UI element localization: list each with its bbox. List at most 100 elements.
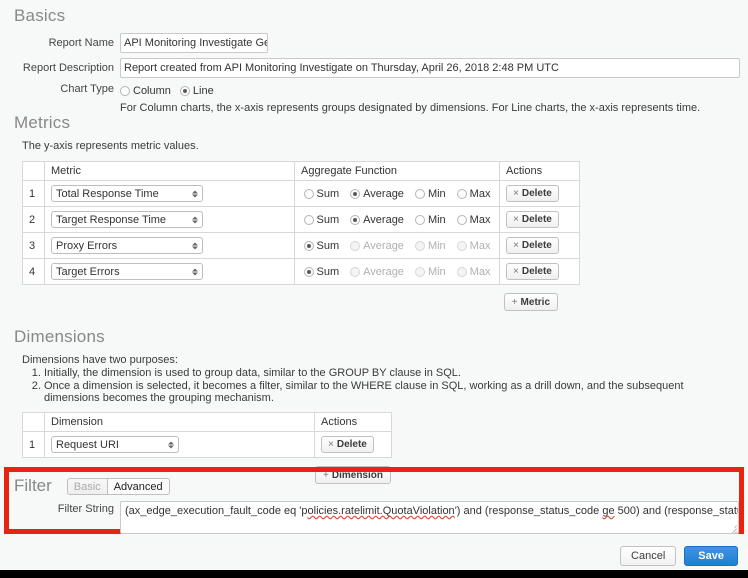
resize-handle-icon[interactable] — [728, 523, 737, 532]
aggregate-min-label: Min — [428, 240, 446, 252]
filter-section: Filter Basic Advanced Filter String (ax_… — [14, 477, 740, 534]
chart-type-column-label: Column — [133, 85, 171, 97]
row-index: 1 — [23, 432, 45, 458]
delete-button-label: Delete — [337, 439, 367, 450]
metrics-col-aggregate: Aggregate Function — [295, 162, 500, 181]
aggregate-radio-group: Sum Average Min Max — [301, 188, 493, 200]
aggregate-max-label: Max — [470, 240, 491, 252]
radio-icon — [350, 215, 360, 225]
aggregate-function-cell: Sum Average Min Max — [295, 233, 500, 259]
aggregate-sum-label: Sum — [317, 266, 340, 278]
dimension-select[interactable]: Request URI — [51, 436, 179, 453]
close-icon: × — [513, 266, 519, 277]
metric-cell: Proxy Errors — [45, 233, 295, 259]
report-name-input[interactable]: API Monitoring Investigate Generat — [120, 33, 268, 53]
aggregate-average-label: Average — [363, 188, 404, 200]
aggregate-average-label: Average — [363, 266, 404, 278]
aggregate-function-cell: Sum Average Min Max — [295, 207, 500, 233]
metric-select[interactable]: Target Response Time — [51, 211, 203, 228]
report-description-input[interactable]: Report created from API Monitoring Inves… — [120, 58, 740, 78]
filter-string-textarea[interactable]: (ax_edge_execution_fault_code eq 'polici… — [120, 501, 739, 534]
add-metric-row: +Metric — [14, 293, 740, 311]
table-row: 2Target Response TimeSumAverageMinMax×De… — [23, 207, 580, 233]
aggregate-max-label: Max — [470, 188, 491, 200]
aggregate-sum-option[interactable]: Sum — [304, 214, 340, 226]
report-description-row: Report Description Report created from A… — [14, 58, 740, 78]
save-button[interactable]: Save — [684, 546, 738, 566]
aggregate-min-option[interactable]: Min — [415, 214, 446, 226]
filter-mode-basic-button[interactable]: Basic — [67, 478, 107, 495]
radio-icon — [457, 241, 467, 251]
radio-icon — [304, 215, 314, 225]
delete-button-label: Delete — [522, 240, 552, 251]
radio-icon — [120, 86, 130, 96]
report-description-label: Report Description — [14, 62, 120, 74]
metric-select-wrapper: Target Response Time — [51, 211, 203, 228]
actions-cell: ×Delete — [500, 259, 580, 285]
radio-icon — [415, 215, 425, 225]
aggregate-max-option: Max — [457, 240, 491, 252]
radio-icon — [180, 86, 190, 96]
aggregate-function-cell: SumAverageMinMax — [295, 259, 500, 285]
radio-icon — [350, 241, 360, 251]
delete-button[interactable]: ×Delete — [506, 185, 559, 202]
aggregate-min-option[interactable]: Min — [415, 188, 446, 200]
metrics-table: Metric Aggregate Function Actions 1 Total… — [22, 161, 580, 285]
aggregate-radio-group: Sum Average Min Max — [301, 240, 493, 252]
aggregate-min-label: Min — [428, 214, 446, 226]
dimensions-section: Dimensions Dimensions have two purposes:… — [14, 327, 740, 484]
chart-type-line-label: Line — [193, 85, 214, 97]
report-name-row: Report Name API Monitoring Investigate G… — [14, 33, 740, 53]
cancel-button[interactable]: Cancel — [620, 546, 676, 566]
aggregate-min-label: Min — [428, 188, 446, 200]
chart-type-column-option[interactable]: Column — [120, 85, 171, 97]
aggregate-max-option[interactable]: Max — [457, 188, 491, 200]
aggregate-sum-option[interactable]: Sum — [304, 188, 340, 200]
aggregate-average-option: Average — [350, 240, 404, 252]
delete-button[interactable]: ×Delete — [506, 263, 559, 280]
aggregate-average-option[interactable]: Average — [350, 214, 404, 226]
metric-select-wrapper: Target Errors — [51, 263, 203, 280]
aggregate-max-option[interactable]: Max — [457, 214, 491, 226]
metric-select[interactable]: Proxy Errors — [51, 237, 203, 254]
metrics-col-actions: Actions — [500, 162, 580, 181]
add-metric-button[interactable]: +Metric — [504, 293, 558, 311]
aggregate-sum-option[interactable]: Sum — [304, 240, 340, 252]
chart-type-line-option[interactable]: Line — [180, 85, 214, 97]
filter-string-row: Filter String (ax_edge_execution_fault_c… — [14, 501, 740, 534]
metric-cell: Target Response Time — [45, 207, 295, 233]
aggregate-average-label: Average — [363, 214, 404, 226]
resize-line — [730, 531, 737, 534]
metric-select[interactable]: Total Response Time — [51, 185, 203, 202]
delete-button[interactable]: ×Delete — [506, 211, 559, 228]
row-index: 1 — [23, 181, 45, 207]
table-row: 4Target ErrorsSumAverageMinMax×Delete — [23, 259, 580, 285]
radio-icon — [415, 189, 425, 199]
metric-select-wrapper: Total Response Time — [51, 185, 203, 202]
metric-select[interactable]: Target Errors — [51, 263, 203, 280]
metric-cell: Total Response Time — [45, 181, 295, 207]
row-index: 4 — [23, 259, 45, 285]
filter-text-fragment: (ax_edge_execution_fault_code eq 'p — [125, 505, 308, 517]
dimensions-col-actions: Actions — [315, 413, 392, 432]
filter-mode-advanced-button[interactable]: Advanced — [107, 478, 170, 495]
dimensions-title: Dimensions — [14, 327, 740, 347]
dimensions-col-dimension: Dimension — [45, 413, 315, 432]
aggregate-min-label: Min — [428, 266, 446, 278]
radio-icon — [415, 241, 425, 251]
actions-cell: ×Delete — [315, 432, 392, 458]
metrics-header-row: Metric Aggregate Function Actions — [23, 162, 580, 181]
aggregate-sum-option[interactable]: Sum — [304, 266, 340, 278]
dimension-cell: Request URI — [45, 432, 315, 458]
aggregate-average-option[interactable]: Average — [350, 188, 404, 200]
list-item: Initially, the dimension is used to grou… — [44, 367, 740, 379]
table-row: 1 Total Response Time Sum Average Min Max ×Del… — [23, 181, 580, 207]
table-row: 1 Request URI ×Delete — [23, 432, 392, 458]
dimensions-header-row: Dimension Actions — [23, 413, 392, 432]
delete-button[interactable]: ×Delete — [506, 237, 559, 254]
delete-button[interactable]: ×Delete — [321, 436, 374, 453]
aggregate-average-label: Average — [363, 240, 404, 252]
radio-icon — [415, 267, 425, 277]
filter-header: Filter Basic Advanced — [14, 477, 740, 495]
add-metric-label: Metric — [521, 297, 550, 308]
